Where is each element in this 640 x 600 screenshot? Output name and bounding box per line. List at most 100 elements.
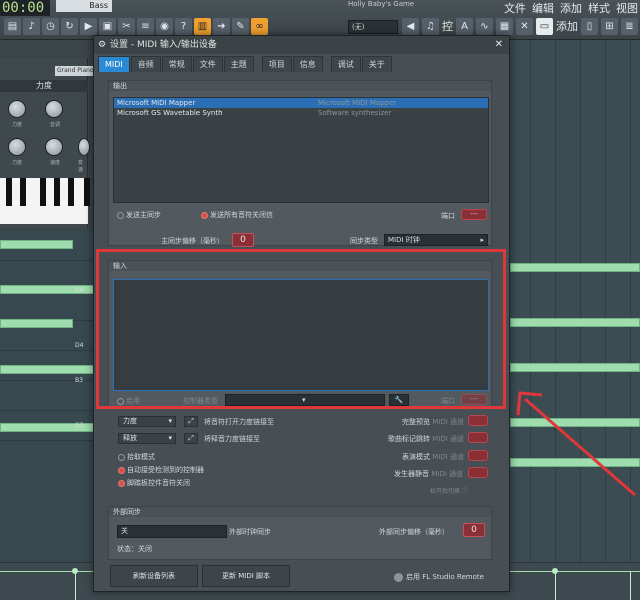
bass-selector[interactable]: Bass — [56, 0, 112, 12]
song-marker-label: 歌曲标记跳转 MIDI 通道 — [388, 434, 464, 444]
close-x-icon[interactable]: ✕ — [516, 18, 533, 35]
cut-icon[interactable]: ✂ — [118, 18, 135, 35]
chevron-down-icon: ▸ — [480, 236, 484, 244]
recent-icon[interactable]: ▤ — [4, 18, 21, 35]
tab-about[interactable]: 关于 — [361, 56, 392, 72]
wrench-icon[interactable]: 🔧 — [389, 394, 409, 406]
piano-keyboard[interactable] — [0, 178, 90, 224]
radio-icon — [118, 453, 125, 461]
ext-clock-label: 外部时钟同步 — [229, 528, 271, 536]
fl-remote-toggle[interactable]: 启用 FL Studio Remote — [394, 572, 484, 582]
list-item[interactable]: Microsoft GS Wavetable Synth Software sy… — [114, 108, 488, 118]
input-enable-toggle[interactable]: 启用 — [117, 396, 140, 406]
tab-general[interactable]: 常规 — [161, 56, 192, 72]
help-icon[interactable]: ? — [175, 18, 192, 35]
knob-2[interactable] — [45, 100, 63, 118]
knob-5[interactable] — [78, 138, 90, 156]
page-icon[interactable]: ▯ — [581, 18, 598, 35]
sync-type-dropdown[interactable]: MIDI 时钟 ▸ — [384, 234, 488, 246]
link-icon[interactable]: ∞ — [251, 18, 268, 35]
input-port-selector[interactable]: --- — [461, 394, 487, 405]
menu-patterns[interactable]: 样式 — [588, 0, 610, 16]
folder-icon[interactable]: ▭ — [536, 18, 553, 35]
controller-type-dropdown[interactable]: ▾ — [225, 394, 385, 406]
mixer-icon[interactable]: ≡ — [137, 18, 154, 35]
tab-audio[interactable]: 音频 — [130, 56, 161, 72]
external-sync-mode[interactable]: 关 — [117, 525, 227, 538]
tab-theme[interactable]: 主题 — [223, 56, 254, 72]
list-item[interactable]: Microsoft MIDI Mapper Microsoft MIDI Map… — [114, 98, 488, 108]
ext-offset-label: 外部同步偏移（毫秒） — [379, 528, 449, 536]
tab-project[interactable]: 项目 — [261, 56, 292, 72]
channel-suffix: MIDI 通道 — [432, 418, 465, 426]
dialog-titlebar[interactable]: ⚙ 设置 - MIDI 输入/输出设备 ✕ — [94, 36, 509, 54]
curve-icon[interactable]: ⤢ — [184, 416, 198, 427]
tab-file[interactable]: 文件 — [192, 56, 223, 72]
refresh-icon[interactable]: ↻ — [61, 18, 78, 35]
send-all-notes-off-toggle[interactable]: 发送所有音符关闭信 — [201, 210, 273, 220]
velocity-source-value: 力度 — [123, 417, 137, 425]
song-marker-channel[interactable] — [468, 432, 488, 443]
tempo-icon[interactable]: ◷ — [42, 18, 59, 35]
tab-debug[interactable]: 调试 — [330, 56, 361, 72]
performance-mode-channel[interactable] — [468, 450, 488, 461]
device-name: Microsoft MIDI Mapper — [117, 99, 196, 107]
update-midi-scripts-button[interactable]: 更新 MIDI 脚本 — [202, 565, 290, 587]
note-block[interactable] — [510, 363, 640, 372]
save-icon[interactable]: ▣ — [99, 18, 116, 35]
volume-icon[interactable]: ♫ — [422, 18, 439, 35]
sync-offset-field[interactable]: 0 — [232, 233, 254, 247]
menu-file[interactable]: 文件 — [504, 0, 526, 16]
release-source-select[interactable]: 释放 ▾ — [118, 433, 176, 444]
foot-pedal-toggle[interactable]: 脚踏板控件音符关闭 — [118, 478, 190, 488]
pickup-mode-toggle[interactable]: 拾取模式 — [118, 452, 155, 462]
tab-info[interactable]: 信息 — [292, 56, 323, 72]
input-device-list[interactable] — [113, 279, 489, 391]
control-label[interactable]: 控 — [442, 18, 453, 34]
eq-icon[interactable]: ≣ — [621, 18, 638, 35]
note-block[interactable] — [0, 319, 73, 328]
knob-1[interactable] — [8, 100, 26, 118]
menu-view[interactable]: 视图 — [616, 0, 638, 16]
midi-input-box[interactable]: (无) — [348, 20, 398, 34]
grid-icon[interactable]: ▦ — [496, 18, 513, 35]
curve-icon[interactable]: ⤢ — [184, 433, 198, 444]
note-block[interactable] — [0, 365, 95, 374]
auto-accept-toggle[interactable]: 自动接受检测到的控制器 — [118, 465, 204, 475]
note-block[interactable] — [510, 318, 640, 327]
record-icon[interactable]: ◉ — [156, 18, 173, 35]
pencil-icon[interactable]: ✎ — [232, 18, 249, 35]
note-block[interactable] — [0, 240, 73, 249]
gear-icon: ⚙ — [98, 40, 107, 50]
wave-icon[interactable]: ∿ — [476, 18, 493, 35]
refresh-devices-button[interactable]: 刷新设备列表 — [110, 565, 198, 587]
toggle-on-release-label[interactable]: 松开后切换 ⓘ — [430, 486, 468, 495]
tab-midi[interactable]: MIDI — [98, 56, 130, 72]
generator-muting-text: 发生器静音 — [394, 470, 429, 478]
knob-4[interactable] — [45, 138, 63, 156]
send-master-sync-toggle[interactable]: 发送主同步 — [117, 210, 161, 220]
ext-offset-field[interactable]: 0 — [463, 523, 485, 537]
note-block[interactable] — [510, 263, 640, 272]
dialog-title: 设置 - MIDI 输入/输出设备 — [110, 40, 217, 50]
knob-3[interactable] — [8, 138, 26, 156]
speaker-icon[interactable]: ◀ — [402, 18, 419, 35]
alt-icon[interactable]: A — [456, 18, 473, 35]
output-device-list[interactable]: Microsoft MIDI Mapper Microsoft MIDI Map… — [113, 97, 489, 203]
close-icon[interactable]: ✕ — [495, 36, 503, 54]
omni-preview-channel[interactable] — [468, 415, 488, 426]
menu-edit[interactable]: 编辑 — [532, 0, 554, 16]
knob-label-1: 力度 — [12, 122, 23, 128]
add-label[interactable]: 添加 — [556, 18, 578, 34]
velocity-source-select[interactable]: 力度 ▾ — [118, 416, 176, 427]
generator-muting-channel[interactable] — [468, 467, 488, 478]
sync-type-value: MIDI 时钟 — [388, 236, 420, 244]
arrow-icon[interactable]: ➜ — [213, 18, 230, 35]
play-icon[interactable]: ▶ — [80, 18, 97, 35]
piano-icon[interactable]: ▥ — [194, 18, 211, 35]
step-icon[interactable]: ♪ — [23, 18, 40, 35]
menu-add[interactable]: 添加 — [560, 0, 582, 16]
output-port-selector[interactable]: --- — [461, 209, 487, 220]
mix-icon[interactable]: ⊞ — [601, 18, 618, 35]
note-label: D4 — [75, 342, 84, 349]
